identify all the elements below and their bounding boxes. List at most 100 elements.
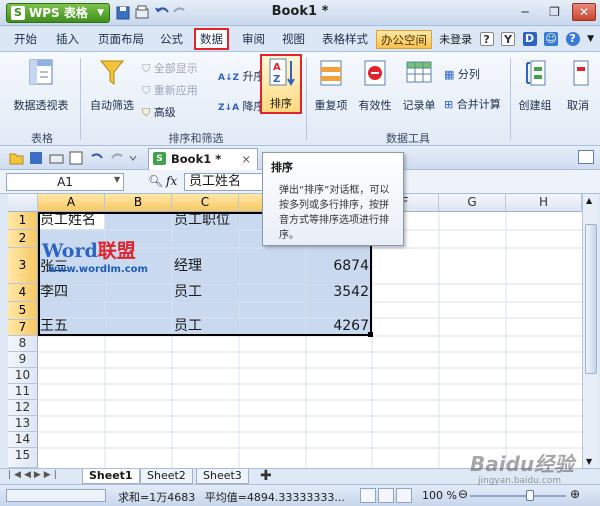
sheet-tab-1[interactable]: Sheet1 bbox=[82, 469, 140, 484]
reapply-button[interactable]: ⛉ 重新应用 bbox=[142, 82, 198, 98]
row-header[interactable]: 9 bbox=[8, 352, 38, 368]
pivot-table-label: 数据透视表 bbox=[13, 99, 69, 112]
select-all-corner[interactable] bbox=[8, 194, 38, 212]
row-header[interactable]: 3 bbox=[8, 248, 38, 284]
name-box[interactable]: A1 bbox=[6, 173, 124, 191]
help-icon[interactable]: ? bbox=[479, 32, 494, 46]
row-header[interactable]: 5 bbox=[8, 302, 38, 320]
baidu-watermark-url: jingyan.baidu.com bbox=[478, 476, 562, 486]
validity-button[interactable]: 有效性 bbox=[354, 58, 396, 113]
autofilter-label: 自动筛选 bbox=[90, 99, 134, 112]
record-form-icon bbox=[406, 61, 432, 83]
tab-table-style[interactable]: 表格样式 bbox=[318, 30, 372, 49]
tab-formula[interactable]: 公式 bbox=[156, 30, 187, 49]
fx-icon[interactable]: fx bbox=[166, 174, 177, 188]
column-header[interactable]: G bbox=[439, 194, 506, 212]
scroll-up-icon[interactable]: ▲ bbox=[586, 196, 592, 205]
split-column-button[interactable]: ▦ 分列 bbox=[444, 66, 480, 82]
column-header[interactable]: A bbox=[38, 194, 105, 212]
watermark-url: www.wordlm.com bbox=[48, 264, 148, 275]
row-header[interactable]: 13 bbox=[8, 416, 38, 432]
status-average: 平均值=4894.33333333... bbox=[204, 491, 345, 504]
question-icon[interactable]: ? bbox=[565, 32, 580, 46]
add-sheet-icon[interactable]: ✚ bbox=[260, 468, 272, 484]
show-all-button[interactable]: ⛉ 全部显示 bbox=[142, 60, 198, 76]
chevron-down-icon[interactable]: ▼ bbox=[114, 175, 120, 184]
row-header[interactable]: 12 bbox=[8, 400, 38, 416]
zoom-slider[interactable] bbox=[470, 490, 566, 501]
pivot-table-button[interactable]: 数据透视表 bbox=[10, 58, 72, 113]
sheet-tab-3[interactable]: Sheet3 bbox=[196, 469, 249, 484]
normal-view-icon[interactable] bbox=[360, 488, 376, 503]
sheet-tab-2[interactable]: Sheet2 bbox=[140, 469, 193, 484]
sort-button[interactable]: A Z 排序 bbox=[260, 54, 302, 114]
row-header[interactable]: 11 bbox=[8, 384, 38, 400]
user-icon[interactable]: ☺ bbox=[544, 32, 559, 46]
split-column-icon: ▦ bbox=[444, 68, 455, 81]
row-header[interactable]: 1 bbox=[8, 212, 38, 230]
tab-view[interactable]: 视图 bbox=[278, 30, 309, 49]
page-break-view-icon[interactable] bbox=[396, 488, 412, 503]
watermark-brand-a: Word bbox=[42, 240, 98, 262]
reapply-label: 重新应用 bbox=[153, 84, 198, 97]
column-header[interactable]: H bbox=[506, 194, 582, 212]
scroll-thumb[interactable] bbox=[585, 224, 597, 374]
close-icon[interactable]: × bbox=[241, 149, 251, 169]
ungroup-button[interactable]: 取消 bbox=[558, 58, 598, 113]
record-form-button[interactable]: 记录单 bbox=[398, 58, 440, 113]
page-layout-view-icon[interactable] bbox=[378, 488, 394, 503]
advanced-filter-button[interactable]: ⛉ 高级 bbox=[142, 104, 176, 120]
funnel-icon bbox=[99, 60, 125, 85]
row-header[interactable]: 4 bbox=[8, 284, 38, 302]
zoom-lens-icon[interactable]: 🔍︎ bbox=[148, 174, 163, 188]
window-controls: ─ ❐ ✕ bbox=[511, 3, 596, 21]
baidu-watermark: Baidu经验 bbox=[470, 452, 575, 476]
restore-icon[interactable]: ❐ bbox=[543, 3, 567, 21]
login-status[interactable]: 未登录 bbox=[439, 31, 472, 47]
row-header[interactable]: 7 bbox=[8, 320, 38, 336]
sort-ascending-button[interactable]: A↓Z 升序 bbox=[218, 68, 265, 84]
fill-handle[interactable] bbox=[368, 332, 373, 337]
scroll-down-icon[interactable]: ▼ bbox=[586, 457, 592, 466]
view-buttons bbox=[360, 488, 414, 506]
zoom-slider-thumb[interactable] bbox=[525, 490, 534, 501]
consolidate-icon: ⊞ bbox=[444, 98, 454, 111]
tab-list-icon[interactable] bbox=[578, 150, 594, 164]
column-header[interactable]: C bbox=[172, 194, 239, 212]
row-header[interactable]: 15 bbox=[8, 448, 38, 468]
autofilter-button[interactable]: 自动筛选 bbox=[86, 58, 138, 113]
sheet-nav-arrows[interactable]: |◀◀▶▶| bbox=[8, 470, 60, 480]
row-header[interactable]: 2 bbox=[8, 230, 38, 248]
tab-data[interactable]: 数据 bbox=[194, 28, 229, 50]
zoom-level[interactable]: 100 % bbox=[422, 489, 457, 502]
minimize-icon[interactable]: ─ bbox=[513, 3, 537, 21]
tab-office-space[interactable]: 办公空间 bbox=[376, 30, 432, 49]
create-group-button[interactable]: 创建组 bbox=[514, 58, 556, 113]
chevron-down-icon[interactable]: ▼ bbox=[587, 34, 594, 44]
row-header[interactable]: 10 bbox=[8, 368, 38, 384]
title-bar: S WPS 表格 ▼ Book1 * ─ ❐ ✕ bbox=[0, 0, 600, 26]
tab-insert[interactable]: 插入 bbox=[52, 30, 83, 49]
row-header[interactable]: 14 bbox=[8, 432, 38, 448]
column-header[interactable]: B bbox=[105, 194, 172, 212]
document-tab-book1[interactable]: S Book1 * × bbox=[148, 148, 258, 170]
menu-bar: 开始 插入 页面布局 公式 数据 审阅 视图 表格样式 办公空间 未登录 ? Y… bbox=[0, 26, 600, 52]
consolidate-button[interactable]: ⊞ 合并计算 bbox=[444, 96, 501, 112]
doc-toolbar-icons[interactable] bbox=[8, 150, 138, 166]
sort-descending-button[interactable]: Z↓A 降序 bbox=[218, 98, 265, 114]
docer-icon[interactable]: D bbox=[522, 32, 537, 46]
shirt-icon[interactable]: Y bbox=[501, 32, 516, 46]
close-icon[interactable]: ✕ bbox=[572, 3, 596, 21]
tab-review[interactable]: 审阅 bbox=[238, 30, 269, 49]
tab-page-layout[interactable]: 页面布局 bbox=[94, 30, 148, 49]
watermark-brand-b: 联盟 bbox=[97, 240, 136, 262]
vertical-scrollbar[interactable]: ▲ ▼ bbox=[582, 194, 598, 468]
watermark-logo: Word联盟 bbox=[42, 236, 136, 263]
zoom-in-icon[interactable]: ⊕ bbox=[570, 487, 580, 501]
zoom-out-icon[interactable]: ⊖ bbox=[458, 487, 468, 501]
row-header[interactable]: 8 bbox=[8, 336, 38, 352]
horizontal-scrollbar[interactable] bbox=[6, 489, 106, 502]
duplicates-button[interactable]: 重复项 bbox=[310, 58, 352, 113]
window-title: Book1 * bbox=[271, 4, 329, 19]
tab-home[interactable]: 开始 bbox=[10, 30, 41, 49]
